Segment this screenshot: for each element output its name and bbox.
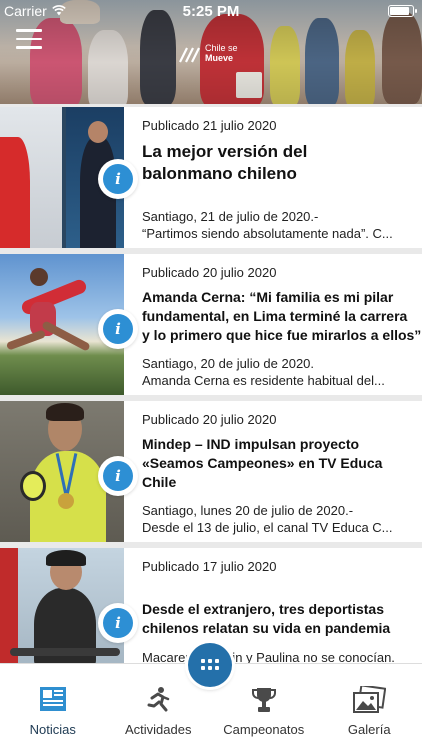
apps-grid-button[interactable] [188,643,232,687]
grid-icon [201,659,219,671]
news-date: Publicado 20 julio 2020 [142,265,277,280]
tab-label: Actividades [125,722,192,737]
hamburger-line [16,37,42,40]
news-feed[interactable]: Publicado 21 julio 2020 La mejor versión… [0,104,422,663]
gallery-icon [353,686,387,713]
news-card[interactable]: Publicado 21 julio 2020 La mejor versión… [0,107,422,248]
info-icon: i [103,314,133,344]
news-snippet-line: Desde el 13 de julio, el canal TV Educa … [142,520,393,535]
news-title-line: fundamental, en Lima terminé la carrera [142,308,408,324]
info-icon: i [103,608,133,638]
news-date: Publicado 20 julio 2020 [142,412,277,427]
news-card[interactable]: Publicado 20 julio 2020 Amanda Cerna: “M… [0,254,422,395]
header-banner: Carrier 5:25 PM Chile se Mueve [0,0,422,104]
tab-label: Noticias [29,722,76,737]
runner-icon [147,687,170,712]
info-icon: i [103,164,133,194]
news-title-line: Amanda Cerna: “Mi familia es mi pilar [142,289,394,305]
news-date: Publicado 21 julio 2020 [142,118,277,133]
news-title-line: balonmano chileno [142,164,297,183]
app-logo: Chile se Mueve [178,42,238,64]
news-title-line: «Seamos Campeones» en TV Educa [142,455,383,471]
battery-icon [388,5,417,17]
news-title-line: La mejor versión del [142,142,308,161]
trophy-icon [251,688,276,712]
menu-button[interactable] [16,29,42,49]
news-snippet-line: Santiago, 20 de julio de 2020. [142,356,315,371]
news-title-line: Desde el extranjero, tres deportistas [142,601,384,617]
news-title-line: Mindep – IND impulsan proyecto [142,436,360,452]
news-title-line: chilenos relatan su vida en pandemia [142,620,391,636]
info-button[interactable]: i [98,159,138,199]
newspaper-icon [39,687,66,711]
info-button[interactable]: i [98,309,138,349]
hamburger-line [16,29,42,32]
tab-label: Campeonatos [223,722,305,737]
news-snippet-line: Santiago, lunes 20 de julio de 2020.- [142,503,354,518]
tab-label: Galería [347,722,391,737]
news-card[interactable]: Publicado 20 julio 2020 Mindep – IND imp… [0,401,422,542]
news-snippet-line: Amanda Cerna es residente habitual del..… [142,373,385,388]
news-snippet-line: “Partimos siendo absolutamente nada”. C.… [142,226,393,241]
clock: 5:25 PM [182,3,240,20]
news-snippet-line: Macarena, Marlin y Paulina no se conocía… [142,650,395,663]
news-thumbnail [0,548,124,663]
status-bar: Carrier 5:25 PM [0,0,422,22]
tab-noticias[interactable]: Noticias [0,664,106,750]
battery-level [390,7,409,15]
logo-mark-icon [179,47,200,63]
tab-galeria[interactable]: Galería [317,664,422,750]
news-snippet-line: Santiago, 21 de julio de 2020.- [142,209,319,224]
logo-text-line1: Chile se [205,43,238,53]
news-date: Publicado 17 julio 2020 [142,559,277,574]
info-button[interactable]: i [98,603,138,643]
hamburger-line [16,46,42,49]
info-icon: i [103,461,133,491]
news-title-line: y lo primero que hice fue mirarlos a ell… [142,327,422,343]
info-button[interactable]: i [98,456,138,496]
news-title-line: Chile [142,474,177,490]
logo-text-line2: Mueve [205,53,234,63]
